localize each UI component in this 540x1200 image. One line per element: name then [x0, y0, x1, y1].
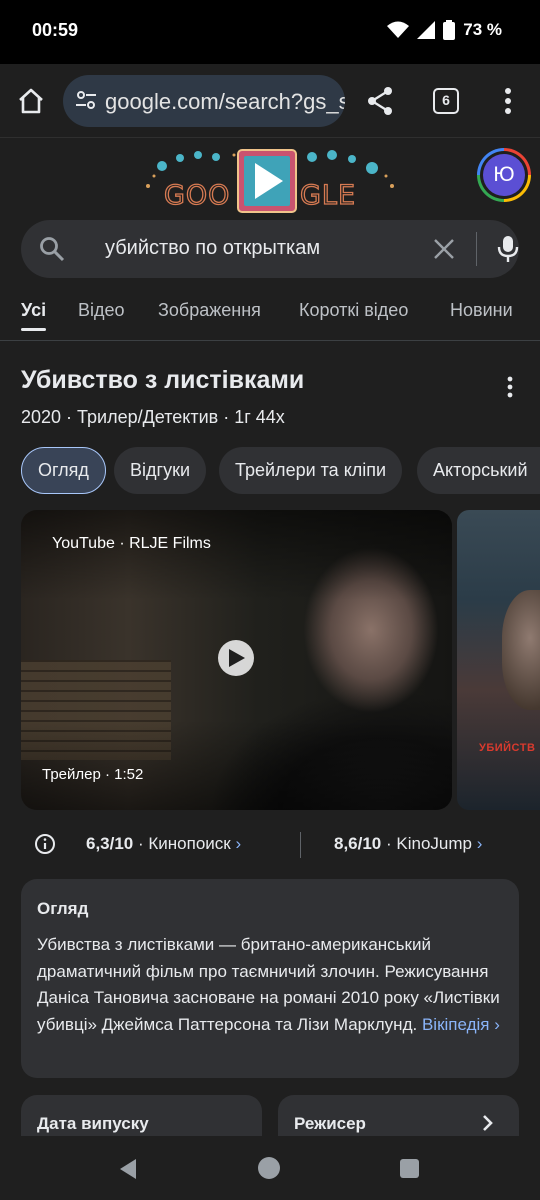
overview-card: Огляд Убивства з листівками — британо-ам… [21, 879, 519, 1078]
address-bar[interactable]: google.com/search?gs_s [63, 75, 345, 127]
chip-overview[interactable]: Огляд [21, 447, 106, 494]
chip-cast[interactable]: Акторський [417, 447, 540, 494]
doodle-logo-text: GOO [164, 180, 230, 211]
battery-level: 73 % [463, 20, 502, 39]
cell-signal-icon [417, 21, 436, 39]
more-options-icon[interactable] [500, 374, 520, 400]
chip-reviews[interactable]: Відгуки [114, 447, 207, 494]
tab-video[interactable]: Відео [78, 300, 125, 321]
video-caption: Трейлер · 1:52 [42, 766, 144, 783]
tab-images[interactable]: Зображення [158, 300, 261, 321]
chevron-right-icon: › [476, 834, 483, 853]
google-doodle[interactable]: GOO GLE [140, 146, 400, 214]
ratings-divider [300, 832, 301, 858]
status-icons: 73 % [387, 20, 502, 40]
rating-kinopoisk[interactable]: 6,3/10 · Кинопоиск › [86, 834, 241, 854]
back-icon[interactable] [118, 1158, 138, 1180]
system-nav-bar [0, 1136, 540, 1200]
release-date-label: Дата випуску [37, 1114, 149, 1133]
wikipedia-link[interactable]: Вікіпедія › [422, 1015, 500, 1034]
info-icon[interactable] [34, 833, 56, 855]
chevron-right-icon: › [235, 834, 242, 853]
rating-site: KinoJump [396, 834, 472, 853]
video-source: YouTube · RLJE Films [52, 535, 211, 552]
wifi-icon [387, 21, 410, 38]
home-icon[interactable] [16, 86, 46, 116]
director-label: Режисер [294, 1114, 366, 1133]
rating-site: Кинопоиск [148, 834, 231, 853]
tab-short-videos[interactable]: Короткі відео [299, 300, 408, 321]
ratings-row: 6,3/10 · Кинопоиск › 8,6/10 · KinoJump › [0, 830, 540, 860]
home-button[interactable] [258, 1157, 280, 1179]
site-settings-icon[interactable] [75, 89, 97, 111]
clear-icon[interactable] [433, 238, 455, 260]
doodle-logo-text-end: GLE [300, 180, 356, 211]
chevron-right-icon [483, 1115, 493, 1131]
share-icon[interactable] [366, 86, 394, 116]
browser-toolbar: google.com/search?gs_s 6 [0, 64, 540, 138]
tab-switcher-button[interactable]: 6 [433, 88, 459, 114]
play-icon [229, 649, 245, 667]
chip-trailers[interactable]: Трейлери та кліпи [219, 447, 403, 494]
rating-score: 8,6/10 [334, 834, 382, 853]
overview-heading: Огляд [37, 899, 89, 918]
search-input[interactable]: убийство по открыткам [105, 237, 320, 260]
tab-news[interactable]: Новини [450, 300, 513, 321]
play-button[interactable] [218, 640, 254, 676]
trailer-video[interactable]: YouTube · RLJE Films Трейлер · 1:52 [21, 510, 452, 810]
recent-apps-button[interactable] [400, 1159, 419, 1178]
account-avatar[interactable]: Ю [477, 148, 531, 202]
status-bar: 00:59 73 % [0, 0, 540, 64]
search-tabs: Усі Відео Зображення Короткі відео Новин… [0, 298, 540, 341]
poster-title: УБИЙСТВ [479, 742, 536, 754]
tab-all[interactable]: Усі [21, 300, 47, 331]
overview-text: Убивства з листівками — британо-американ… [37, 932, 507, 1038]
search-icon [40, 237, 65, 262]
movie-meta: 2020 · Трилер/Детектив · 1г 44х [21, 407, 285, 427]
search-box[interactable]: убийство по открыткам [21, 220, 519, 278]
movie-poster[interactable]: УБИЙСТВ [457, 510, 540, 810]
url-text: google.com/search?gs_s [105, 89, 345, 114]
status-time: 00:59 [32, 20, 79, 40]
microphone-icon[interactable] [495, 235, 521, 263]
avatar-initial: Ю [483, 154, 525, 196]
more-menu-icon[interactable] [498, 86, 518, 116]
search-divider [476, 232, 477, 266]
battery-icon [443, 20, 456, 40]
rating-kinojump[interactable]: 8,6/10 · KinoJump › [334, 834, 482, 854]
movie-title: Убивство з листівками [21, 366, 305, 394]
rating-score: 6,3/10 [86, 834, 134, 853]
